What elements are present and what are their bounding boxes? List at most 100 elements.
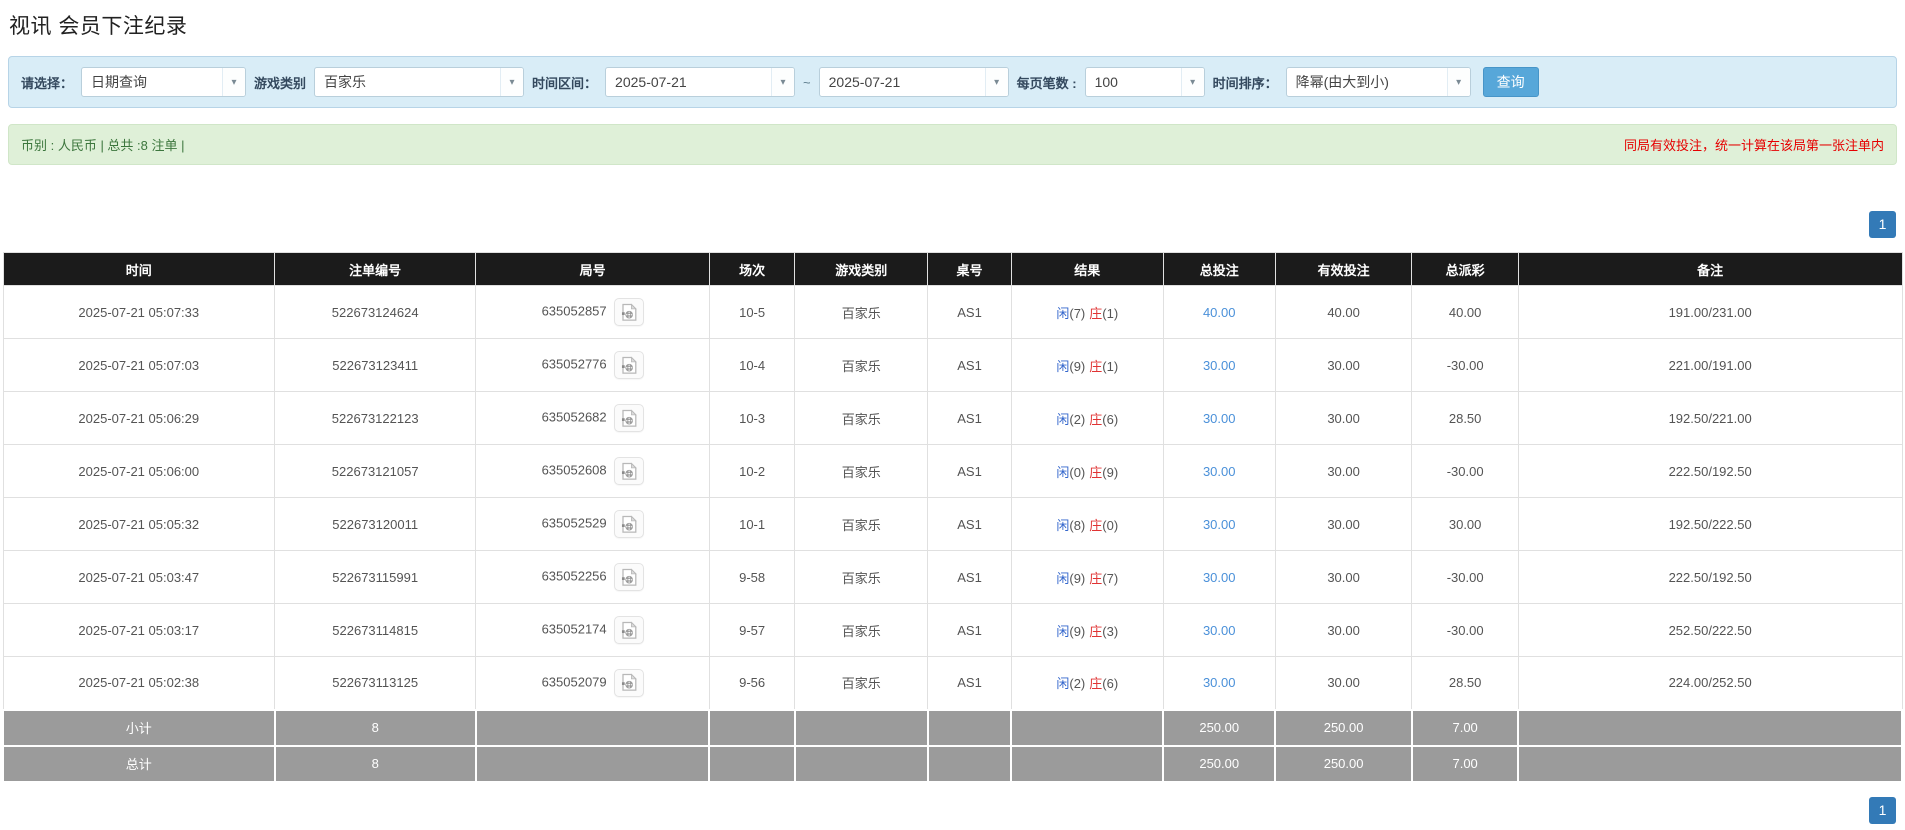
result-player-label: 闲 — [1056, 411, 1070, 427]
cell-session: 10-4 — [708, 338, 796, 392]
cell-table-no: AS1 — [927, 444, 1012, 498]
total-bet-link[interactable]: 40.00 — [1203, 305, 1236, 320]
result-player-value: (2) — [1069, 411, 1086, 427]
result-player-label: 闲 — [1056, 570, 1070, 586]
total-bet-link[interactable]: 30.00 — [1203, 623, 1236, 638]
video-replay-button[interactable] — [613, 351, 644, 379]
total-label: 总计 — [2, 744, 276, 783]
round-id-text: 635052608 — [541, 462, 607, 478]
cell-bet-id: 522673124624 — [274, 285, 477, 339]
cell-valid-bet: 30.00 — [1274, 391, 1413, 445]
chevron-down-icon[interactable]: ▾ — [222, 68, 246, 96]
total-bet-link[interactable]: 30.00 — [1203, 358, 1236, 373]
date-to-value: 2025-07-21 — [828, 74, 901, 90]
result-player-value: (0) — [1069, 464, 1086, 480]
result-banker-value: (0) — [1102, 517, 1119, 533]
date-to-select[interactable]: 2025-07-21 ▾ — [818, 67, 1009, 97]
result-banker-label: 庄 — [1089, 305, 1103, 321]
query-type-value: 日期查询 — [91, 74, 148, 90]
video-replay-button[interactable] — [613, 404, 644, 432]
total-bet-link[interactable]: 30.00 — [1203, 517, 1236, 532]
result-player-label: 闲 — [1056, 517, 1070, 533]
round-id-text: 635052529 — [541, 515, 607, 531]
header-session: 场次 — [708, 252, 796, 286]
header-remark: 备注 — [1517, 252, 1903, 286]
video-replay-button[interactable] — [613, 510, 644, 538]
game-type-select[interactable]: 百家乐 ▾ — [314, 67, 525, 97]
chevron-down-icon[interactable]: ▾ — [984, 68, 1008, 96]
cell-session: 10-2 — [708, 444, 796, 498]
total-bet-link[interactable]: 30.00 — [1203, 411, 1236, 426]
cell-round-id: 635052608 — [475, 444, 710, 498]
chevron-down-icon[interactable]: ▾ — [1446, 68, 1470, 96]
bet-records-table: 时间 注单编号 局号 场次 游戏类别 桌号 结果 总投注 有效投注 总派彩 备注… — [2, 252, 1903, 783]
video-replay-icon — [621, 673, 637, 691]
result-player-value: (9) — [1069, 358, 1086, 374]
date-from-select[interactable]: 2025-07-21 ▾ — [605, 67, 796, 97]
cell-result: 闲(9) 庄(7) — [1010, 550, 1164, 604]
cell-valid-bet: 30.00 — [1274, 603, 1413, 657]
video-replay-button[interactable] — [613, 298, 644, 326]
cell-session: 9-56 — [708, 656, 796, 710]
cell-time: 2025-07-21 05:06:29 — [2, 391, 276, 445]
subtotal-empty-table — [926, 708, 1013, 747]
summary-bar: 币别 : 人民币 | 总共 :8 注单 | 同局有效投注，统一计算在该局第一张注… — [8, 124, 1897, 165]
video-replay-button[interactable] — [613, 563, 644, 591]
video-replay-button[interactable] — [613, 616, 644, 644]
total-empty-table — [926, 744, 1013, 783]
cell-payout: 40.00 — [1411, 285, 1519, 339]
page-size-value: 100 — [1094, 74, 1118, 90]
header-bet-id: 注单编号 — [274, 252, 477, 286]
cell-valid-bet: 30.00 — [1274, 656, 1413, 710]
table-row: 2025-07-21 05:07:33 522673124624 6350528… — [2, 285, 1903, 339]
result-banker-value: (3) — [1102, 623, 1119, 639]
page-size-select[interactable]: 100 ▾ — [1084, 67, 1205, 97]
cell-bet-id: 522673120011 — [274, 497, 477, 551]
search-button[interactable]: 查询 — [1482, 67, 1539, 97]
subtotal-empty-result — [1010, 708, 1165, 747]
page-1-button[interactable]: 1 — [1869, 211, 1896, 238]
round-id-text: 635052079 — [541, 674, 607, 690]
page-1-button[interactable]: 1 — [1869, 796, 1896, 824]
video-replay-icon — [621, 462, 637, 480]
chevron-down-icon[interactable]: ▾ — [771, 68, 795, 96]
chevron-down-icon[interactable]: ▾ — [1180, 68, 1204, 96]
result-player-value: (9) — [1069, 623, 1086, 639]
table-header: 时间 注单编号 局号 场次 游戏类别 桌号 结果 总投注 有效投注 总派彩 备注 — [2, 252, 1903, 286]
cell-result: 闲(2) 庄(6) — [1010, 391, 1164, 445]
cell-result: 闲(9) 庄(3) — [1010, 603, 1164, 657]
chevron-down-icon[interactable]: ▾ — [500, 68, 524, 96]
table-row: 2025-07-21 05:02:38 522673113125 6350520… — [2, 656, 1903, 710]
round-id-text: 635052857 — [541, 303, 607, 319]
total-empty-round — [474, 744, 711, 783]
video-replay-icon — [621, 409, 637, 427]
total-bet-link[interactable]: 30.00 — [1203, 464, 1236, 479]
cell-round-id: 635052174 — [475, 603, 710, 657]
video-replay-button[interactable] — [613, 668, 644, 697]
result-player-value: (9) — [1069, 570, 1086, 586]
sort-order-select[interactable]: 降幂(由大到小) ▾ — [1285, 67, 1471, 97]
subtotal-count: 8 — [273, 708, 477, 747]
cell-table-no: AS1 — [927, 603, 1012, 657]
cell-total-bet: 30.00 — [1162, 391, 1276, 445]
subtotal-total-bet: 250.00 — [1162, 708, 1277, 747]
table-row: 2025-07-21 05:06:29 522673122123 6350526… — [2, 391, 1903, 445]
cell-remark: 221.00/191.00 — [1517, 338, 1903, 392]
subtotal-payout: 7.00 — [1410, 708, 1520, 747]
cell-valid-bet: 40.00 — [1274, 285, 1413, 339]
date-from-value: 2025-07-21 — [615, 74, 687, 90]
cell-game-type: 百家乐 — [794, 391, 929, 445]
video-replay-icon — [621, 356, 637, 374]
video-replay-button[interactable] — [613, 457, 644, 485]
cell-remark: 222.50/192.50 — [1517, 444, 1903, 498]
total-bet-link[interactable]: 30.00 — [1203, 675, 1236, 690]
result-banker-value: (1) — [1102, 358, 1119, 374]
result-banker-label: 庄 — [1089, 358, 1103, 374]
cell-time: 2025-07-21 05:07:33 — [2, 285, 276, 339]
total-bet-link[interactable]: 30.00 — [1203, 570, 1236, 585]
query-type-select[interactable]: 日期查询 ▾ — [81, 67, 247, 97]
table-body: 2025-07-21 05:07:33 522673124624 6350528… — [2, 285, 1903, 710]
pagination-bottom: 1 — [0, 796, 1905, 824]
cell-valid-bet: 30.00 — [1274, 550, 1413, 604]
cell-game-type: 百家乐 — [794, 550, 929, 604]
